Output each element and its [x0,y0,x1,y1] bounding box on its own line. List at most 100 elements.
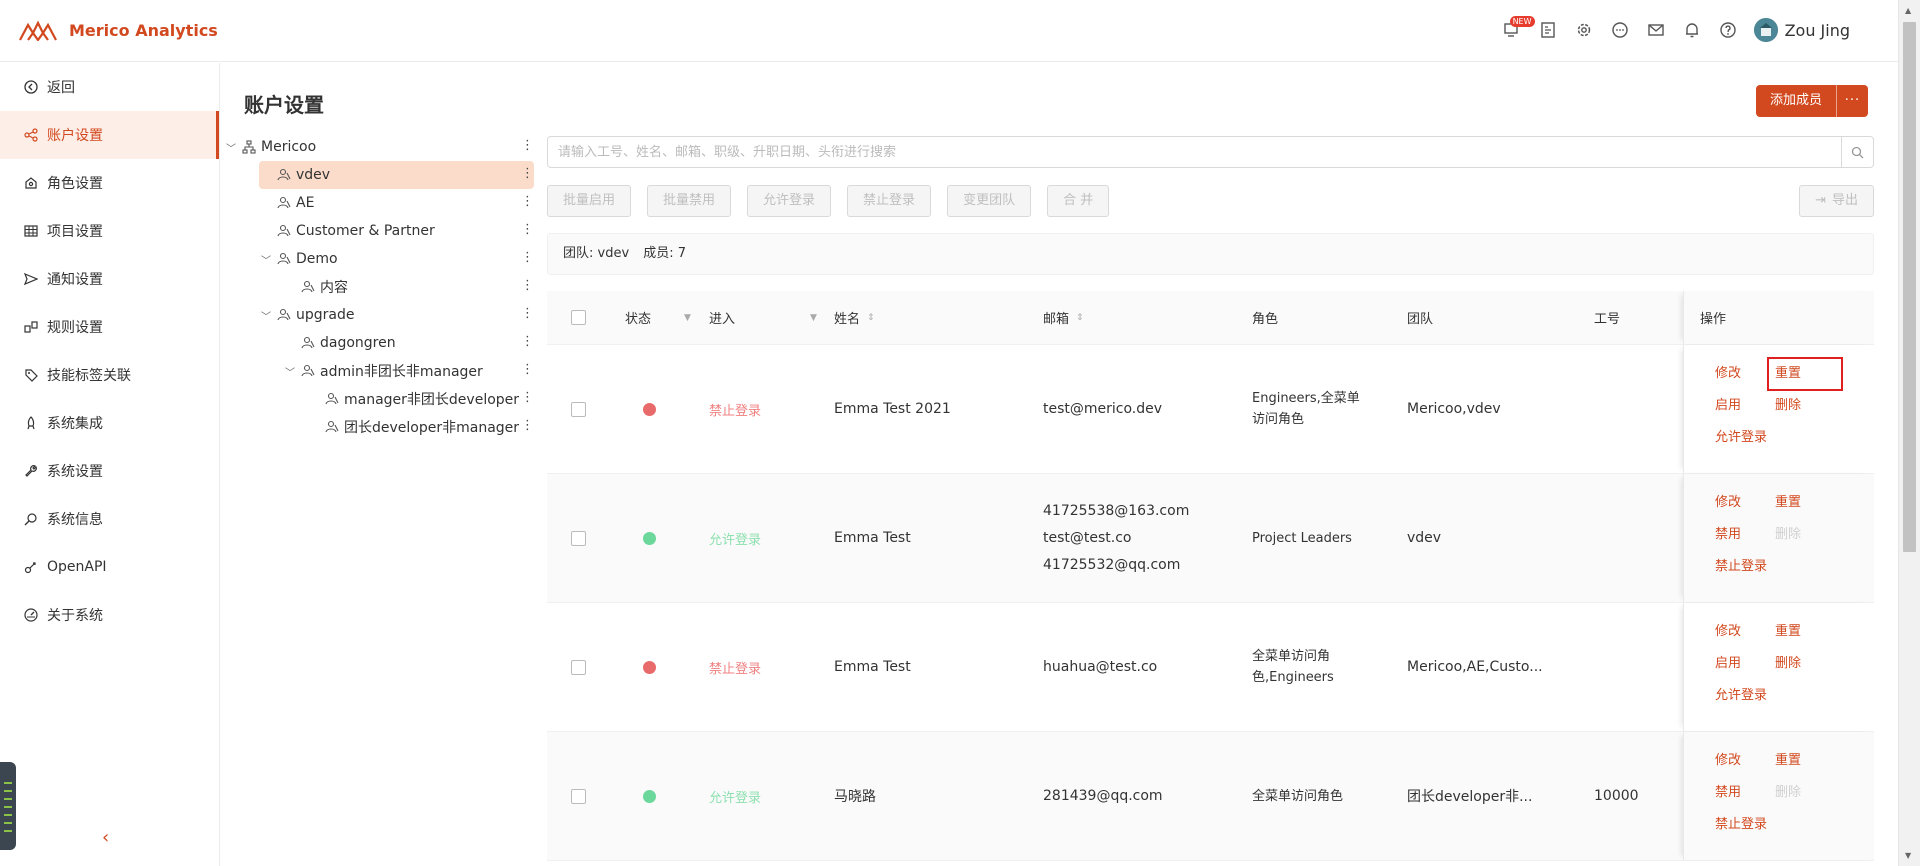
delete-link[interactable]: 删除 [1775,655,1835,673]
more-vertical-icon[interactable]: ⋮ [521,251,534,265]
scroll-thumb[interactable] [1903,22,1916,552]
login-toggle-link[interactable]: 禁止登录 [1715,816,1775,834]
reset-link[interactable]: 重置 [1775,623,1835,641]
scroll-up-icon[interactable]: ▲ [1905,6,1911,15]
chat-icon[interactable] [1610,20,1630,40]
more-vertical-icon[interactable]: ⋮ [521,391,534,405]
table-row[interactable]: 禁止登录 Emma Test huahua@test.co 全菜单访问角色,Engin… [547,603,1874,732]
table-row[interactable]: 允许登录 马晓路 281439@qq.com 全菜单访问角色 团长developer非.… [547,732,1874,861]
forbid-login-button[interactable]: 禁止登录 [847,185,932,217]
chevron-down-icon[interactable]: ﹀ [224,140,238,155]
sidebar-item-4[interactable]: 通知设置 [0,255,219,303]
table-row[interactable]: 允许登录 Emma Test 41725538@163.com test@test.c… [547,474,1874,603]
login-toggle-link[interactable]: 允许登录 [1715,687,1775,705]
more-vertical-icon[interactable]: ⋮ [521,195,534,209]
reset-link[interactable]: 重置 [1775,752,1835,770]
tree-node[interactable]: ﹀ Demo ⋮ [259,245,534,273]
chevron-down-icon[interactable]: ﹀ [259,252,273,267]
edit-link[interactable]: 修改 [1715,494,1775,512]
edit-link[interactable]: 修改 [1715,365,1775,383]
tree-node[interactable]: ﹀ upgrade ⋮ [259,301,534,329]
edit-link[interactable]: 修改 [1715,752,1775,770]
name-sort-icon[interactable]: ⇕ [867,313,875,323]
sidebar-item-2[interactable]: 角色设置 [0,159,219,207]
more-vertical-icon[interactable]: ⋮ [521,279,534,293]
batch-enable-button[interactable]: 批量启用 [547,185,632,217]
login-toggle-link[interactable]: 允许登录 [1715,429,1775,447]
row-checkbox[interactable] [571,659,586,675]
sidebar-item-6[interactable]: 技能标签关联 [0,351,219,399]
toggle-link[interactable]: 禁用 [1715,526,1775,544]
more-vertical-icon[interactable]: ⋮ [521,335,534,349]
chevron-down-icon[interactable]: ﹀ [283,364,297,379]
sidebar-item-7[interactable]: 系统集成 [0,399,219,447]
tree-node[interactable]: Customer & Partner ⋮ [259,217,534,245]
login-toggle-link[interactable]: 禁止登录 [1715,558,1775,576]
dashboard-icon[interactable] [1538,20,1558,40]
tree-node[interactable]: vdev ⋮ [259,161,534,189]
help-icon[interactable] [1718,20,1738,40]
more-vertical-icon[interactable]: ⋮ [521,307,534,321]
sidebar-item-0[interactable]: 返回 [0,63,219,111]
merge-button[interactable]: 合 并 [1047,185,1110,217]
select-all-checkbox[interactable] [571,310,586,325]
tree-node[interactable]: 团长developer非manager ⋮ [259,413,534,441]
gear-icon[interactable] [1574,20,1594,40]
status-filter-icon[interactable]: ▼ [684,313,691,323]
more-vertical-icon[interactable]: ⋮ [521,167,534,181]
export-button[interactable]: ⇥ 导出 [1799,185,1874,217]
tree-node[interactable]: 内容 ⋮ [259,273,534,301]
reset-link[interactable]: 重置 [1767,357,1843,391]
more-options-button[interactable]: ··· [1836,85,1868,117]
sidebar-item-8[interactable]: 系统设置 [0,447,219,495]
sidebar-item-11[interactable]: 关于系统 [0,591,219,639]
email-value: test@test.co [1043,529,1132,546]
scroll-down-icon[interactable]: ▼ [1905,851,1911,860]
email-sort-icon[interactable]: ⇕ [1076,313,1084,323]
col-name[interactable]: 姓名 [834,308,860,327]
tree-node[interactable]: dagongren ⋮ [259,329,534,357]
sidebar-item-5[interactable]: 规则设置 [0,303,219,351]
edit-link[interactable]: 修改 [1715,623,1775,641]
col-email[interactable]: 邮箱 [1043,308,1069,327]
row-checkbox[interactable] [571,788,586,804]
allow-login-button[interactable]: 允许登录 [747,185,832,217]
tree-node[interactable]: ﹀ Mericoo ⋮ [224,133,534,161]
bell-icon[interactable] [1682,20,1702,40]
toggle-link[interactable]: 禁用 [1715,784,1775,802]
table-row[interactable]: 禁止登录 Emma Test 2021 test@merico.dev Enginee… [547,345,1874,474]
page-scrollbar[interactable]: ▲ ▼ [1898,0,1920,866]
mail-icon[interactable] [1646,20,1666,40]
add-member-button[interactable]: 添加成员 [1755,85,1836,117]
row-checkbox[interactable] [571,401,586,417]
team-value: vdev [1407,530,1442,546]
tree-node[interactable]: AE ⋮ [259,189,534,217]
chevron-down-icon[interactable]: ﹀ [259,308,273,323]
monitor-new-icon[interactable]: NEW [1502,16,1535,40]
member-name: Emma Test [834,530,911,546]
enter-filter-icon[interactable]: ▼ [810,313,817,323]
sidebar-item-1[interactable]: 账户设置 [0,111,219,159]
row-checkbox[interactable] [571,530,586,546]
reset-link[interactable]: 重置 [1775,494,1835,512]
sidebar-item-10[interactable]: OpenAPI [0,543,219,591]
search-input[interactable] [548,137,1828,167]
more-vertical-icon[interactable]: ⋮ [521,363,534,377]
toggle-link[interactable]: 启用 [1715,397,1775,415]
side-handle[interactable] [0,762,16,850]
collapse-sidebar-icon[interactable]: ‹ [102,827,109,848]
sidebar-item-3[interactable]: 项目设置 [0,207,219,255]
logo[interactable]: Merico Analytics [19,19,218,41]
batch-disable-button[interactable]: 批量禁用 [647,185,732,217]
delete-link[interactable]: 删除 [1775,397,1835,415]
change-team-button[interactable]: 变更团队 [947,185,1032,217]
user-menu[interactable]: Zou Jing [1753,18,1850,42]
search-button[interactable] [1841,137,1873,167]
more-vertical-icon[interactable]: ⋮ [521,223,534,237]
toggle-link[interactable]: 启用 [1715,655,1775,673]
more-vertical-icon[interactable]: ⋮ [521,419,534,433]
tree-node[interactable]: manager非团长developer ⋮ [259,385,534,413]
tree-node[interactable]: ﹀ admin非团长非manager ⋮ [259,357,534,385]
more-vertical-icon[interactable]: ⋮ [521,139,534,153]
sidebar-item-9[interactable]: 系统信息 [0,495,219,543]
